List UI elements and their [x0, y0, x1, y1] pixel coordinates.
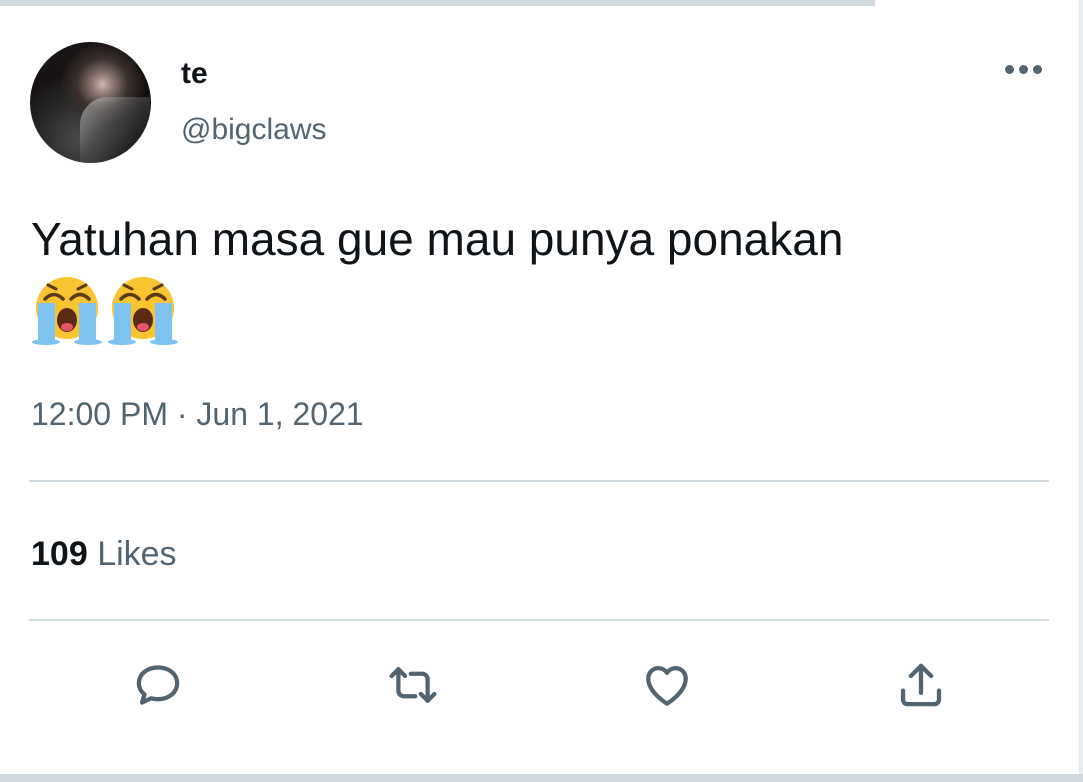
tweet-timestamp[interactable]: 12:00 PM · Jun 1, 2021 [31, 394, 364, 434]
more-dot-icon [1018, 64, 1028, 74]
reply-button[interactable] [128, 655, 188, 715]
retweet-button[interactable] [383, 655, 443, 715]
likes-label: Likes [97, 535, 177, 573]
more-dot-icon [1004, 64, 1014, 74]
tweet-date[interactable]: Jun 1, 2021 [196, 396, 363, 432]
like-button[interactable] [637, 655, 697, 715]
more-dot-icon [1032, 64, 1042, 74]
tweet-time[interactable]: 12:00 PM [31, 396, 168, 432]
user-handle[interactable]: @bigclaws [181, 112, 327, 148]
divider [29, 480, 1049, 482]
retweet-arrows-icon [389, 667, 437, 703]
frame-border-bottom [0, 774, 1083, 782]
divider [29, 619, 1049, 621]
share-upload-icon [900, 663, 942, 707]
heart-icon [646, 665, 688, 706]
frame-border-top [0, 0, 875, 6]
more-options-button[interactable] [996, 54, 1050, 84]
tweet-text: Yatuhan masa gue mau punya ponakan [31, 213, 844, 265]
likes-count-link[interactable]: 109 Likes [31, 533, 177, 575]
speech-bubble-icon [136, 665, 180, 705]
loudly-crying-face-icon [108, 277, 178, 345]
frame-border-right [1079, 0, 1083, 782]
loudly-crying-face-icon [32, 277, 102, 345]
share-button[interactable] [891, 655, 951, 715]
display-name[interactable]: te [181, 56, 208, 92]
emoji-row [31, 274, 179, 346]
avatar[interactable] [30, 42, 151, 163]
likes-count: 109 [31, 535, 88, 573]
timestamp-separator: · [176, 396, 188, 432]
